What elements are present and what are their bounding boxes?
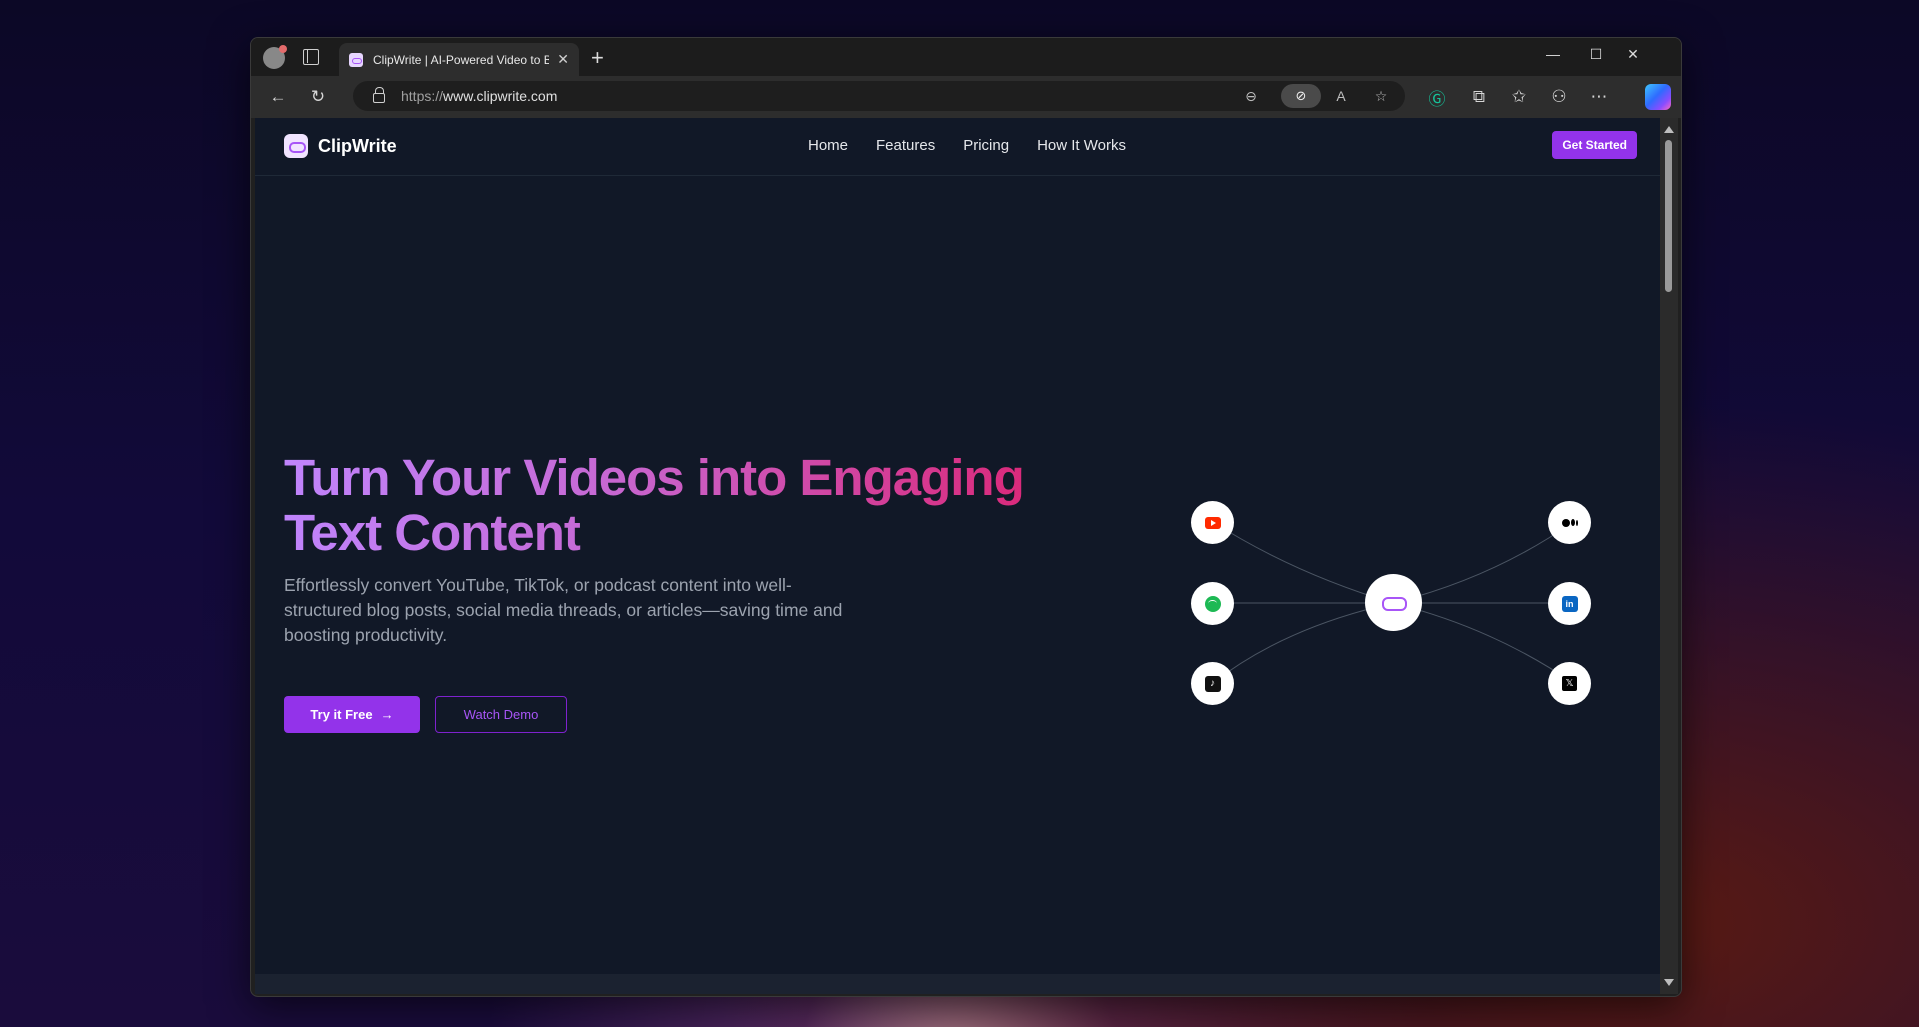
- copilot-icon[interactable]: [1645, 84, 1671, 110]
- linkedin-icon: in: [1561, 595, 1578, 612]
- youtube-node: [1191, 501, 1234, 544]
- page-bottom-band: [255, 974, 1660, 994]
- tab-actions-icon[interactable]: [303, 49, 319, 65]
- browser-window: ClipWrite | AI-Powered Video to B ✕ + — …: [250, 37, 1682, 997]
- refresh-icon[interactable]: ↻: [306, 85, 330, 109]
- hero-title-line2: Text Content: [284, 504, 580, 561]
- watch-demo-button[interactable]: Watch Demo: [435, 696, 567, 733]
- extensions-icon[interactable]: ⧉: [1467, 85, 1491, 109]
- x-node: 𝕏: [1548, 662, 1591, 705]
- more-icon[interactable]: ⋯: [1587, 85, 1611, 109]
- youtube-icon: [1204, 516, 1221, 529]
- conversion-diagram: ♪ in 𝕏: [1173, 478, 1613, 708]
- read-aloud-icon[interactable]: A: [1329, 84, 1353, 108]
- grammarly-icon[interactable]: Ⓖ: [1425, 85, 1449, 109]
- linkedin-node: in: [1548, 582, 1591, 625]
- url-text[interactable]: https://www.clipwrite.com: [401, 88, 557, 104]
- main-nav: Home Features Pricing How It Works: [808, 137, 1154, 154]
- site-header: ClipWrite Home Features Pricing How It W…: [255, 118, 1660, 176]
- spotify-icon: [1204, 595, 1221, 612]
- tab-bar: ClipWrite | AI-Powered Video to B ✕ + — …: [251, 38, 1681, 76]
- spotify-node: [1191, 582, 1234, 625]
- hero-title-line1: Turn Your Videos into Engaging: [284, 449, 1024, 506]
- x-icon: 𝕏: [1562, 676, 1577, 691]
- tracking-prevention-icon[interactable]: ⊘: [1281, 84, 1321, 108]
- scroll-up-icon[interactable]: [1664, 126, 1674, 133]
- nav-home[interactable]: Home: [808, 137, 848, 154]
- nav-how-it-works[interactable]: How It Works: [1037, 137, 1126, 154]
- clipwrite-favicon-icon: [349, 52, 363, 67]
- favorites-icon[interactable]: ✩: [1507, 85, 1531, 109]
- favorite-icon[interactable]: ☆: [1369, 84, 1393, 108]
- hero-subtitle: Effortlessly convert YouTube, TikTok, or…: [284, 575, 843, 645]
- tab-clipwrite[interactable]: ClipWrite | AI-Powered Video to B ✕: [339, 43, 579, 76]
- tiktok-node: ♪: [1191, 662, 1234, 705]
- medium-icon: [1561, 518, 1578, 527]
- hero-title: Turn Your Videos into Engaging Text Cont…: [284, 450, 1044, 560]
- tiktok-icon: ♪: [1204, 675, 1221, 692]
- profile-avatar[interactable]: [263, 45, 287, 69]
- scroll-thumb[interactable]: [1665, 140, 1672, 292]
- vertical-scrollbar[interactable]: [1660, 118, 1678, 994]
- nav-features[interactable]: Features: [876, 137, 935, 154]
- url-protocol: https://: [401, 88, 444, 104]
- zoom-out-icon[interactable]: ⊖: [1239, 84, 1263, 108]
- medium-node: [1548, 501, 1591, 544]
- clipwrite-logo-icon: [284, 134, 308, 158]
- try-free-button[interactable]: Try it Free →: [284, 696, 420, 733]
- lock-icon[interactable]: [373, 87, 385, 103]
- get-started-button[interactable]: Get Started: [1552, 131, 1637, 159]
- tab-title: ClipWrite | AI-Powered Video to B: [373, 52, 550, 67]
- new-tab-button[interactable]: +: [591, 45, 604, 71]
- url-host: www.clipwrite.com: [443, 88, 558, 104]
- tab-close-icon[interactable]: ✕: [557, 51, 569, 68]
- site-logo[interactable]: ClipWrite: [284, 134, 397, 158]
- arrow-right-icon: →: [380, 707, 394, 722]
- page-viewport: ClipWrite Home Features Pricing How It W…: [255, 118, 1660, 994]
- collections-icon[interactable]: ⚇: [1547, 85, 1571, 109]
- nav-pricing[interactable]: Pricing: [963, 137, 1009, 154]
- clipwrite-hub-icon: [1365, 574, 1422, 631]
- scroll-down-icon[interactable]: [1664, 979, 1674, 986]
- address-bar[interactable]: https://www.clipwrite.com ⊖ ⊘ A ☆: [353, 81, 1405, 111]
- try-free-label: Try it Free: [310, 707, 373, 722]
- close-window-button[interactable]: ✕: [1613, 38, 1653, 70]
- logo-text: ClipWrite: [318, 135, 397, 156]
- back-icon[interactable]: ←: [266, 85, 290, 109]
- browser-toolbar: ← ↻ https://www.clipwrite.com ⊖ ⊘ A ☆ Ⓖ …: [251, 76, 1681, 118]
- minimize-button[interactable]: —: [1530, 38, 1576, 70]
